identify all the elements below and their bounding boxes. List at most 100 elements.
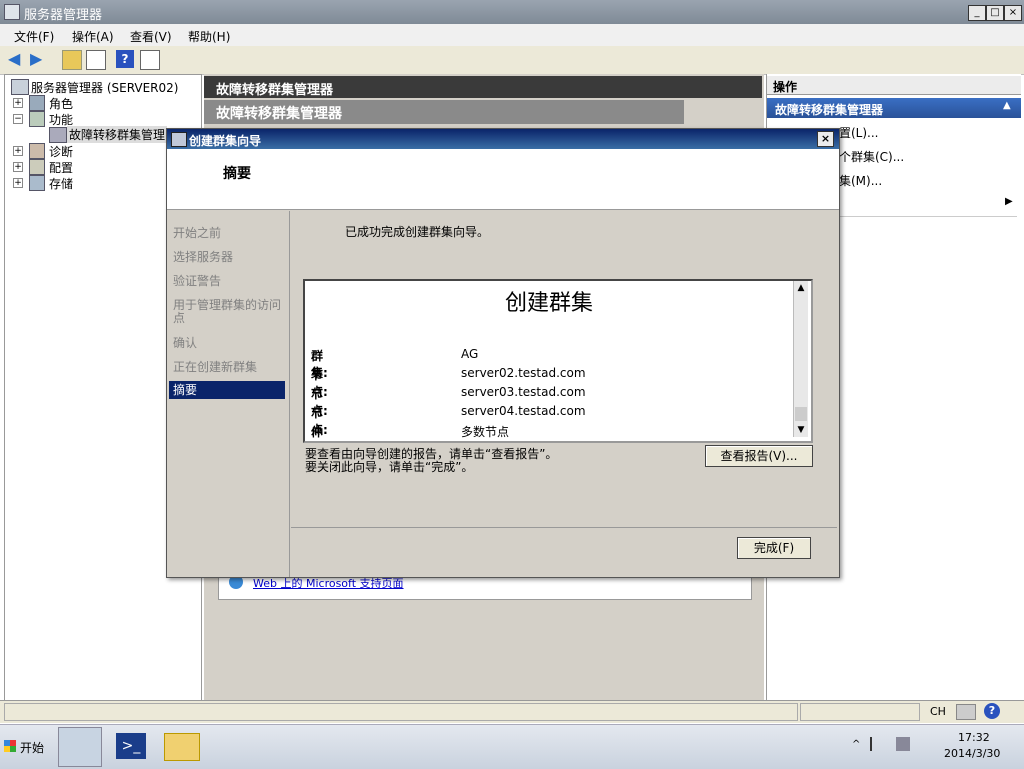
windows-logo-icon (4, 740, 16, 752)
actions-header-title: 操作 (773, 80, 798, 94)
dialog-title-bar: 创建群集向导 × (167, 129, 839, 149)
minimize-button[interactable]: _ (968, 5, 986, 21)
success-message: 已成功完成创建群集向导。 (345, 225, 490, 239)
collapse-icon[interactable]: ▲ (1003, 100, 1011, 111)
step-select-servers: 选择服务器 (173, 250, 234, 264)
language-indicator[interactable]: CH (930, 705, 946, 718)
expand-configuration[interactable]: + (13, 162, 23, 172)
close-button[interactable]: × (1004, 5, 1022, 21)
tree-item-failover-cluster[interactable]: 故障转移群集管理 (67, 126, 168, 143)
clock-date[interactable]: 2014/3/30 (944, 747, 1000, 760)
dialog-heading: 摘要 (223, 166, 251, 182)
step-validation-warning: 验证警告 (173, 274, 222, 288)
finish-button[interactable]: 完成(F) (737, 537, 811, 559)
action-item-2[interactable]: 个群集(C)... (839, 148, 904, 165)
actions-subheader[interactable]: 故障转移群集管理器 ▲ (767, 98, 1021, 118)
dialog-divider (291, 527, 837, 528)
window-title: 服务器管理器 (24, 8, 103, 23)
server-manager-icon (4, 4, 20, 20)
wizard-steps: 开始之前 选择服务器 验证警告 用于管理群集的访问点 确认 正在创建新群集 摘要 (167, 211, 290, 577)
menu-bar: 文件(F) 操作(A) 查看(V) 帮助(H) (0, 24, 1024, 46)
step-creating-cluster: 正在创建新群集 (173, 360, 258, 374)
wizard-icon (171, 132, 187, 147)
start-button[interactable]: 开始 (2, 731, 50, 763)
forward-arrow-icon[interactable]: ▶ (30, 50, 48, 68)
view-report-button[interactable]: 查看报告(V)... (705, 445, 813, 467)
keyboard-icon[interactable] (956, 704, 976, 720)
powershell-icon[interactable]: >_ (116, 733, 146, 759)
report-value: AG (461, 347, 479, 361)
action-item-3[interactable]: 集(M)... (839, 172, 882, 189)
roles-icon (29, 95, 45, 111)
tree-item-configuration[interactable]: 配置 (49, 159, 73, 176)
taskbar: 开始 >_ ^ 17:32 2014/3/30 (0, 724, 1024, 769)
tree-item-roles[interactable]: 角色 (49, 95, 73, 112)
report-value: server02.testad.com (461, 366, 586, 380)
tree-root[interactable]: 服务器管理器 (SERVER02) (31, 79, 178, 96)
expand-storage[interactable]: + (13, 178, 23, 188)
center-subheader-title: 故障转移群集管理器 (216, 106, 342, 122)
status-field-2 (800, 703, 920, 721)
center-subheader: 故障转移群集管理器 (204, 100, 684, 124)
dialog-title: 创建群集向导 (189, 134, 262, 148)
actions-divider (837, 216, 1017, 217)
features-icon (29, 111, 45, 127)
center-header-title: 故障转移群集管理器 (216, 83, 334, 98)
clock-time[interactable]: 17:32 (958, 731, 990, 744)
menu-file[interactable]: 文件(F) (14, 28, 54, 45)
actions-header: 操作 (767, 76, 1021, 95)
center-header: 故障转移群集管理器 (204, 76, 762, 98)
create-cluster-wizard-dialog: 创建群集向导 × 摘要 开始之前 选择服务器 验证警告 用于管理群集的访问点 确… (166, 128, 840, 578)
show-hide-tree-icon[interactable] (86, 50, 106, 70)
up-folder-icon[interactable] (62, 50, 82, 70)
status-bar: CH ? (0, 700, 1024, 723)
tree-item-storage[interactable]: 存储 (49, 175, 73, 192)
scroll-up-icon[interactable]: ▲ (794, 281, 808, 295)
diagnostics-icon (29, 143, 45, 159)
help-circle-icon[interactable]: ? (984, 703, 1000, 719)
explorer-folder-icon[interactable] (164, 733, 200, 761)
storage-icon (29, 175, 45, 191)
main-title-bar: 服务器管理器 _ □ × (0, 0, 1024, 24)
action-center-flag-icon[interactable] (870, 737, 886, 751)
tray-expand-icon[interactable]: ^ (852, 739, 860, 750)
step-confirmation: 确认 (173, 336, 198, 350)
menu-view[interactable]: 查看(V) (130, 28, 172, 45)
maximize-button[interactable]: □ (986, 5, 1004, 21)
action-item-1[interactable]: 置(L)... (839, 124, 879, 141)
actions-subheader-title: 故障转移群集管理器 (775, 103, 884, 117)
configuration-icon (29, 159, 45, 175)
report-scrollbar[interactable]: ▲ ▼ (793, 281, 808, 437)
report-title: 创建群集 (504, 291, 593, 316)
dialog-close-button[interactable]: × (817, 131, 834, 147)
network-icon[interactable] (896, 737, 910, 751)
start-label: 开始 (20, 741, 45, 755)
step-summary: 摘要 (169, 381, 285, 399)
collapse-features[interactable]: − (13, 114, 23, 124)
menu-help[interactable]: 帮助(H) (188, 28, 230, 45)
scroll-thumb[interactable] (795, 407, 807, 421)
step-access-point: 用于管理群集的访问点 (173, 298, 282, 325)
show-action-pane-icon[interactable] (140, 50, 160, 70)
dialog-header: 摘要 (167, 149, 839, 210)
taskbar-server-manager[interactable] (58, 727, 102, 767)
toolbar: ◀ ▶ ? (0, 46, 1024, 75)
report-label: 仲裁: (311, 425, 324, 439)
back-arrow-icon[interactable]: ◀ (8, 50, 26, 68)
report-value: 多数节点 (461, 425, 510, 439)
submenu-arrow-icon[interactable]: ▶ (1005, 196, 1013, 207)
report-value: server04.testad.com (461, 404, 586, 418)
expand-diagnostics[interactable]: + (13, 146, 23, 156)
menu-action[interactable]: 操作(A) (72, 28, 114, 45)
summary-report: 创建群集 群集: AG 节点: server02.testad.com 节点: … (303, 279, 813, 443)
tree-item-diagnostics[interactable]: 诊断 (49, 143, 73, 160)
server-icon (11, 79, 29, 95)
scroll-down-icon[interactable]: ▼ (794, 423, 808, 437)
step-before-you-begin: 开始之前 (173, 226, 222, 240)
expand-roles[interactable]: + (13, 98, 23, 108)
report-value: server03.testad.com (461, 385, 586, 399)
help-icon[interactable]: ? (116, 50, 134, 68)
cluster-icon (49, 127, 67, 143)
status-field-main (4, 703, 798, 721)
hint-close-wizard: 要关闭此向导，请单击“完成”。 (305, 460, 474, 474)
